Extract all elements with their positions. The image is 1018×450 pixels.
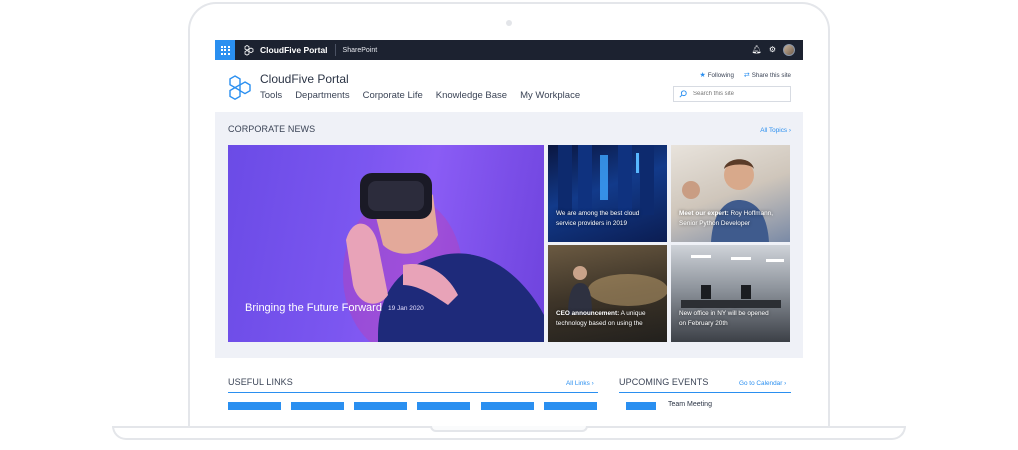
suite-app-name[interactable]: SharePoint [343, 47, 378, 54]
hero-caption: Bringing the Future Forward 19 Jan 2020 [245, 302, 424, 314]
hero-news-card[interactable]: Bringing the Future Forward 19 Jan 2020 [228, 145, 544, 342]
hero-title[interactable]: Bringing the Future Forward [245, 302, 382, 314]
nav-tools[interactable]: Tools [260, 90, 282, 101]
tile-ceo-bold: CEO announcement: [556, 310, 620, 317]
event-title[interactable]: Team Meeting [668, 401, 712, 408]
tile-cloud-caption: We are among the best cloud service prov… [556, 209, 660, 229]
hero-date: 19 Jan 2020 [387, 304, 424, 312]
following-label: Following [707, 71, 734, 79]
tile-expert-bold: Meet our expert: [679, 210, 729, 217]
lower-sections: USEFUL LINKS All Links › UPCOMING EVENTS… [215, 358, 803, 410]
waffle-icon[interactable] [215, 40, 235, 60]
event-date-badge [626, 402, 656, 410]
useful-link-tile[interactable] [417, 402, 470, 410]
nav-my-workplace[interactable]: My Workplace [520, 90, 580, 101]
bell-icon[interactable]: 🔔︎ [752, 46, 762, 54]
useful-link-tile[interactable] [354, 402, 407, 410]
following-button[interactable]: ★ Following [699, 71, 734, 80]
suite-bar: CloudFive Portal SharePoint 🔔︎ ⚙︎ [215, 40, 803, 60]
corporate-news-section: CORPORATE NEWS All Topics › Bringing the… [215, 112, 803, 358]
useful-links-heading: USEFUL LINKS [228, 377, 293, 387]
share-icon: ⇄ [743, 72, 750, 79]
share-site-button[interactable]: ⇄ Share this site [743, 71, 791, 80]
cloudfive-logo-icon [244, 45, 254, 56]
tile-cloud-text: We are among the best cloud service prov… [556, 210, 640, 227]
screen: CloudFive Portal SharePoint 🔔︎ ⚙︎ CloudF… [215, 40, 803, 410]
search-box[interactable] [673, 86, 791, 102]
useful-link-tile[interactable] [228, 402, 281, 410]
avatar[interactable] [783, 44, 795, 56]
go-to-calendar-link[interactable]: Go to Calendar › [739, 380, 786, 387]
search-input[interactable] [693, 91, 783, 97]
site-nav: Tools Departments Corporate Life Knowled… [260, 90, 580, 101]
tile-ceo-caption: CEO announcement: A unique technology ba… [556, 309, 662, 329]
tile-office-caption: New office in NY will be opened on Febru… [679, 309, 775, 329]
useful-link-tile[interactable] [481, 402, 534, 410]
news-tile-office[interactable]: New office in NY will be opened on Febru… [671, 245, 790, 342]
share-label: Share this site [751, 71, 791, 79]
camera-dot [506, 20, 512, 26]
star-icon: ★ [699, 72, 706, 79]
gear-icon[interactable]: ⚙︎ [769, 46, 776, 54]
site-logo-icon[interactable] [227, 74, 253, 100]
laptop-notch [430, 426, 588, 432]
nav-knowledge-base[interactable]: Knowledge Base [436, 90, 507, 101]
news-tile-expert[interactable]: Meet our expert: Roy Hoffmann, Senior Py… [671, 145, 790, 242]
tile-expert-caption: Meet our expert: Roy Hoffmann, Senior Py… [679, 209, 787, 229]
news-tile-ceo[interactable]: CEO announcement: A unique technology ba… [548, 245, 667, 342]
useful-links-rule [228, 392, 598, 393]
site-title[interactable]: CloudFive Portal [260, 72, 349, 86]
news-tile-cloud[interactable]: We are among the best cloud service prov… [548, 145, 667, 242]
upcoming-events-heading: UPCOMING EVENTS [619, 377, 709, 387]
useful-link-tile[interactable] [291, 402, 344, 410]
header-actions: ★ Following ⇄ Share this site [699, 71, 791, 80]
all-topics-link[interactable]: All Topics › [760, 127, 791, 134]
suite-divider [334, 44, 336, 56]
nav-corporate-life[interactable]: Corporate Life [363, 90, 423, 101]
search-icon[interactable] [679, 90, 687, 98]
all-links-link[interactable]: All Links › [566, 380, 594, 387]
site-header: CloudFive Portal Tools Departments Corpo… [215, 60, 803, 112]
nav-departments[interactable]: Departments [295, 90, 349, 101]
upcoming-events-rule [619, 392, 791, 393]
news-heading: CORPORATE NEWS [228, 124, 316, 134]
useful-link-tile[interactable] [544, 402, 597, 410]
suite-title[interactable]: CloudFive Portal [260, 45, 328, 55]
tile-office-text: New office in NY will be opened on Febru… [679, 310, 769, 327]
